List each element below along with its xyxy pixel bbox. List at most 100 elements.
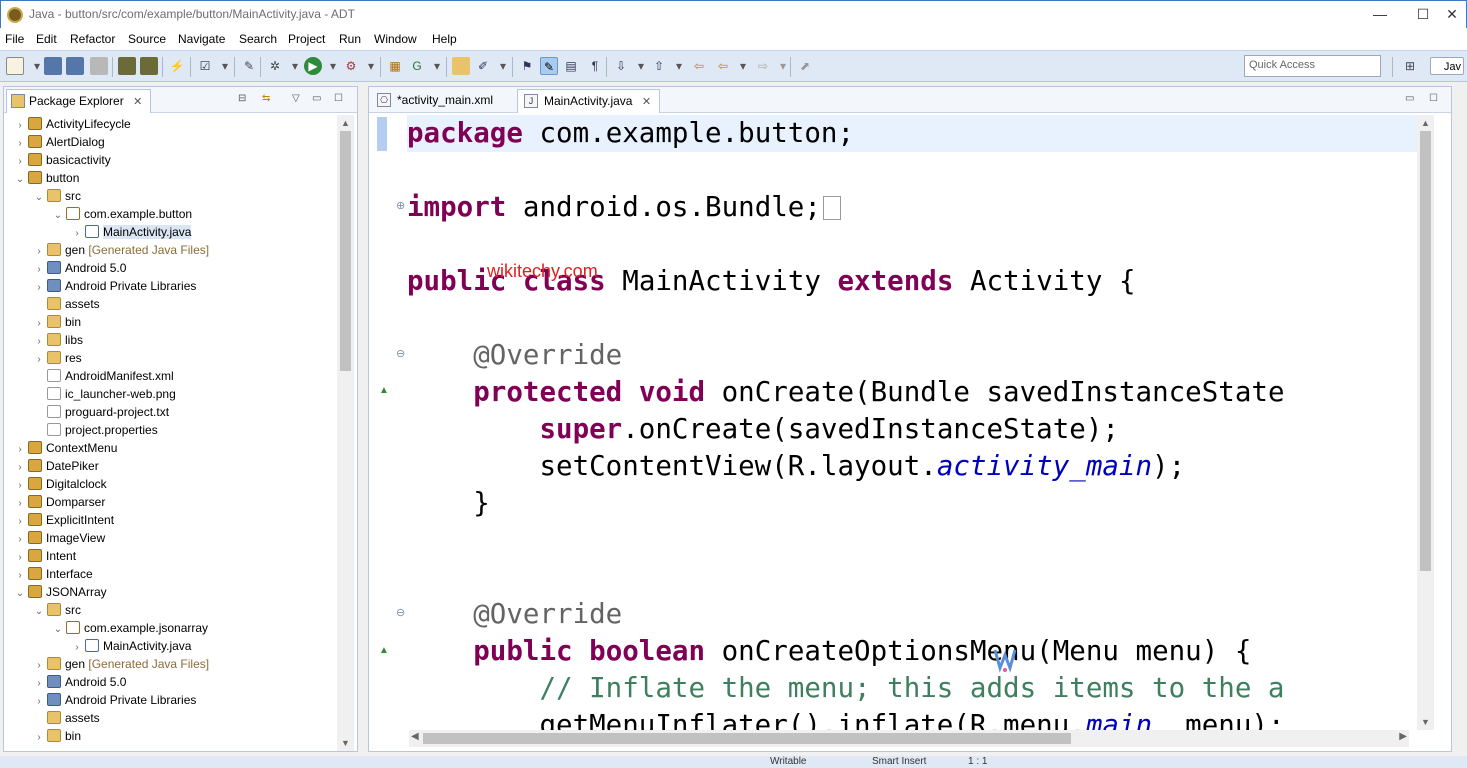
tree-item[interactable]: ⌄ src — [33, 601, 81, 619]
new-icon[interactable] — [6, 57, 24, 75]
scroll-down-icon[interactable]: ▼ — [1417, 714, 1434, 730]
dropdown-arrow-icon[interactable]: ▾ — [494, 57, 512, 75]
dropdown-arrow-icon[interactable]: ▾ — [216, 57, 234, 75]
tree-item[interactable]: ic_launcher-web.png — [33, 385, 176, 403]
highlighter-icon[interactable]: ✎ — [540, 57, 558, 75]
external-tools-icon[interactable]: ⚙ — [342, 57, 360, 75]
tree-item[interactable]: › ContextMenu — [14, 439, 117, 457]
tree-item[interactable]: › res — [33, 349, 82, 367]
chevron-down-icon[interactable]: ⌄ — [52, 207, 64, 225]
quick-access-input[interactable]: Quick Access — [1244, 55, 1381, 77]
tree-item[interactable]: › Digitalclock — [14, 475, 107, 493]
menu-run[interactable]: Run — [339, 32, 361, 46]
search-icon[interactable]: ✐ — [474, 57, 492, 75]
tree-item[interactable]: › ImageView — [14, 529, 105, 547]
menu-file[interactable]: File — [5, 32, 24, 46]
view-menu-icon[interactable]: ▽ — [292, 93, 300, 104]
tree-item[interactable]: › Android 5.0 — [33, 673, 126, 691]
folded-imports-box[interactable] — [822, 196, 841, 220]
tab-package-explorer[interactable]: Package Explorer ✕ — [6, 89, 152, 113]
tree-item[interactable]: project.properties — [33, 421, 158, 439]
chevron-down-icon[interactable]: ⌄ — [14, 171, 26, 189]
menu-search[interactable]: Search — [239, 32, 277, 46]
close-button[interactable]: ✕ — [1437, 5, 1467, 25]
editor-horizontal-scrollbar[interactable]: ◀ ▶ — [409, 730, 1409, 747]
tree-item[interactable]: › bin — [33, 727, 81, 745]
avd-manager-icon[interactable] — [140, 57, 158, 75]
open-type-icon[interactable] — [452, 57, 470, 75]
menu-source[interactable]: Source — [128, 32, 166, 46]
tree-item[interactable]: › MainActivity.java — [71, 223, 192, 241]
dropdown-arrow-icon[interactable]: ▾ — [428, 57, 446, 75]
toggle-mark-occurrences-icon[interactable]: ⚑ — [518, 57, 536, 75]
expand-fold-icon[interactable]: ⊕ — [396, 199, 405, 212]
dropdown-arrow-icon[interactable]: ▾ — [362, 57, 380, 75]
dropdown-arrow-icon[interactable]: ▾ — [734, 57, 752, 75]
print-icon[interactable] — [90, 57, 108, 75]
chevron-down-icon[interactable]: ⌄ — [14, 585, 26, 603]
next-annotation-icon[interactable]: ⇩ — [612, 57, 630, 75]
back-icon[interactable]: ⇦ — [714, 57, 732, 75]
chevron-right-icon[interactable]: › — [33, 729, 45, 747]
minimize-button[interactable]: — — [1365, 5, 1395, 25]
lint-icon[interactable]: ⚡ — [168, 57, 186, 75]
tree-item[interactable]: › Interface — [14, 565, 93, 583]
menu-navigate[interactable]: Navigate — [178, 32, 225, 46]
close-icon[interactable]: ✕ — [133, 96, 142, 108]
editor-vertical-scrollbar[interactable]: ▲ ▼ — [1417, 115, 1434, 730]
chevron-down-icon[interactable]: ⌄ — [33, 603, 45, 621]
forward-icon[interactable]: ⇨ — [754, 57, 772, 75]
collapse-all-icon[interactable]: ⊟ — [238, 93, 246, 104]
tree-item[interactable]: › Android 5.0 — [33, 259, 126, 277]
maximize-button[interactable]: ☐ — [1408, 5, 1438, 25]
save-icon[interactable] — [44, 57, 62, 75]
save-all-icon[interactable] — [66, 57, 84, 75]
close-icon[interactable]: ✕ — [642, 96, 651, 108]
maximize-view-icon[interactable]: ☐ — [334, 93, 343, 104]
tab-activity-main-xml[interactable]: ⎔ *activity_main.xml — [371, 89, 501, 113]
tree-item[interactable]: proguard-project.txt — [33, 403, 169, 421]
tree-item[interactable]: assets — [33, 295, 100, 313]
previous-annotation-icon[interactable]: ⇧ — [650, 57, 668, 75]
scroll-thumb[interactable] — [340, 131, 351, 371]
scroll-left-icon[interactable]: ◀ — [411, 731, 419, 742]
menu-project[interactable]: Project — [288, 32, 325, 46]
tree-item[interactable]: › Android Private Libraries — [33, 691, 196, 709]
menu-window[interactable]: Window — [374, 32, 417, 46]
link-with-editor-icon[interactable]: ⇆ — [262, 93, 270, 104]
maximize-view-icon[interactable]: ☐ — [1429, 93, 1438, 104]
collapse-fold-icon[interactable]: ⊖ — [396, 347, 405, 360]
explorer-vertical-scrollbar[interactable]: ▲ ▼ — [337, 115, 354, 751]
show-whitespace-icon[interactable]: ¶ — [586, 57, 604, 75]
tree-item[interactable]: ⌄ JSONArray — [14, 583, 107, 601]
android-sdk-manager-icon[interactable] — [118, 57, 136, 75]
tree-item[interactable]: › DatePiker — [14, 457, 99, 475]
tree-item[interactable]: › gen [Generated Java Files] — [33, 655, 209, 673]
scroll-thumb[interactable] — [423, 733, 1071, 744]
open-perspective-icon[interactable]: ⊞ — [1401, 57, 1419, 75]
tree-item[interactable]: › basicactivity — [14, 151, 111, 169]
minimize-view-icon[interactable]: ▭ — [312, 93, 321, 104]
new-package-icon[interactable]: ▦ — [386, 57, 404, 75]
dropdown-arrow-icon[interactable]: ▾ — [670, 57, 688, 75]
new-android-project-icon[interactable]: ✎ — [240, 57, 258, 75]
minimize-view-icon[interactable]: ▭ — [1405, 93, 1414, 104]
code-area[interactable]: ⊕ ⊖ ▲ ⊖ ▲ package com.example.button; imp… — [377, 115, 1417, 731]
java-perspective-button[interactable]: Jav — [1430, 57, 1464, 75]
dropdown-arrow-icon[interactable]: ▾ — [632, 57, 650, 75]
debug-icon[interactable]: ✲ — [266, 57, 284, 75]
scroll-thumb[interactable] — [1420, 131, 1431, 571]
tree-item[interactable]: › ActivityLifecycle — [14, 115, 131, 133]
scroll-up-icon[interactable]: ▲ — [1417, 115, 1434, 131]
run-icon[interactable]: ▶ — [304, 57, 322, 75]
scroll-up-icon[interactable]: ▲ — [337, 115, 354, 131]
tree-item[interactable]: ⌄ src — [33, 187, 81, 205]
tree-item[interactable]: › Intent — [14, 547, 76, 565]
tree-item[interactable]: › Domparser — [14, 493, 105, 511]
tree-item[interactable]: ⌄ com.example.jsonarray — [52, 619, 208, 637]
dropdown-arrow-icon[interactable]: ▾ — [286, 57, 304, 75]
scroll-down-icon[interactable]: ▼ — [337, 735, 354, 751]
chevron-down-icon[interactable]: ⌄ — [52, 621, 64, 639]
dropdown-arrow-icon[interactable]: ▾ — [324, 57, 342, 75]
tree-item[interactable]: › Android Private Libraries — [33, 277, 196, 295]
